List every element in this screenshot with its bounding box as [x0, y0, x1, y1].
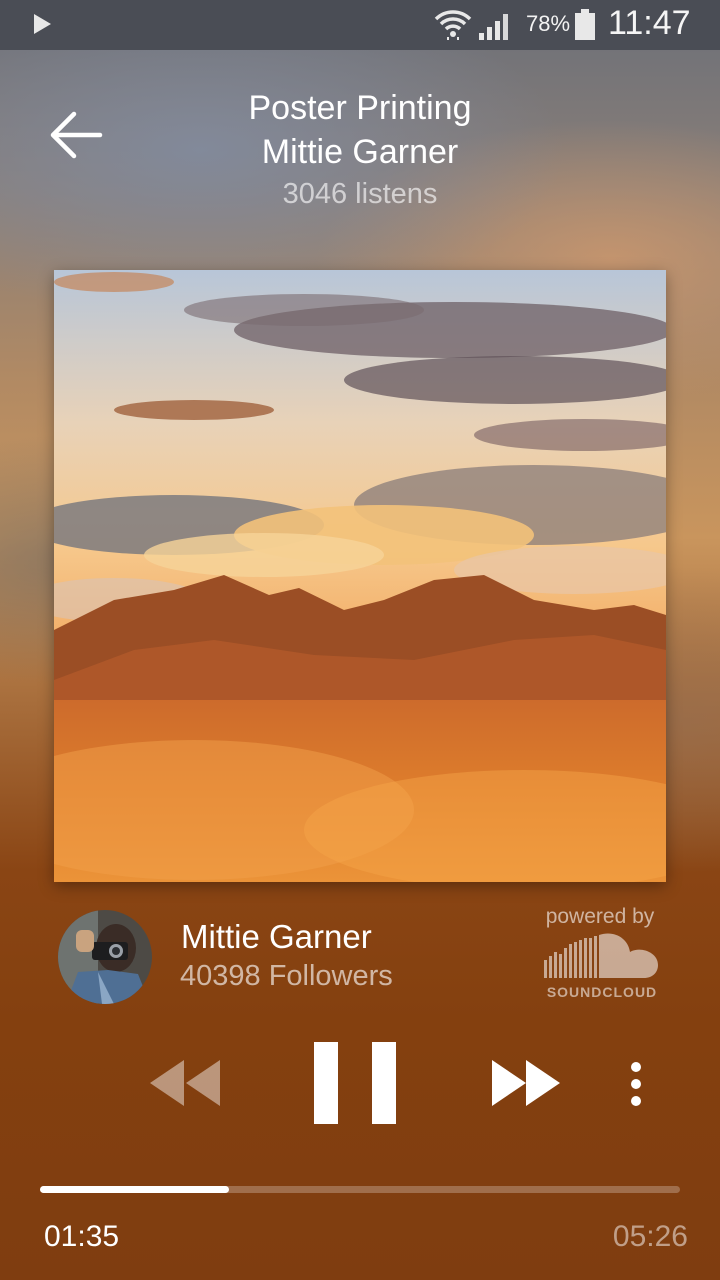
header-artist-name: Mittie Garner [261, 133, 459, 171]
artist-name[interactable]: Mittie Garner [181, 918, 372, 956]
pause-button[interactable] [314, 1042, 396, 1124]
play-icon [34, 14, 51, 34]
more-options-button[interactable] [624, 1060, 648, 1108]
listen-count: 3046 listens [282, 178, 438, 210]
battery-icon [575, 9, 595, 40]
arrow-left-icon [50, 111, 103, 159]
fast-forward-button[interactable] [490, 1058, 562, 1108]
status-bar: 78% 11:47 [0, 0, 720, 50]
track-title: Poster Printing [248, 89, 472, 127]
more-vertical-icon [631, 1062, 641, 1106]
clock: 11:47 [608, 4, 691, 42]
fast-forward-icon [492, 1060, 560, 1106]
progress-fill [40, 1186, 229, 1193]
rewind-icon [150, 1060, 220, 1106]
follower-count: 40398 Followers [180, 960, 393, 992]
album-artwork [54, 270, 666, 882]
pause-icon [314, 1042, 396, 1124]
wifi-icon [434, 10, 472, 40]
total-duration: 05:26 [612, 1220, 688, 1253]
soundcloud-wordmark: SOUNDCLOUD [546, 984, 658, 1000]
back-button[interactable] [48, 108, 106, 162]
battery-percent: 78% [526, 11, 571, 36]
track-header: Poster Printing Mittie Garner 3046 liste… [160, 88, 560, 212]
elapsed-time: 01:35 [44, 1220, 120, 1253]
rewind-button[interactable] [148, 1058, 222, 1108]
player-screen: 78% 11:47 Poster Printing Mittie Garner … [0, 0, 720, 1280]
signal-icon [479, 14, 508, 40]
progress-bar[interactable] [40, 1186, 680, 1193]
soundcloud-logo-icon [544, 933, 658, 978]
powered-by-label: powered by [545, 905, 655, 928]
avatar[interactable] [58, 910, 152, 1004]
